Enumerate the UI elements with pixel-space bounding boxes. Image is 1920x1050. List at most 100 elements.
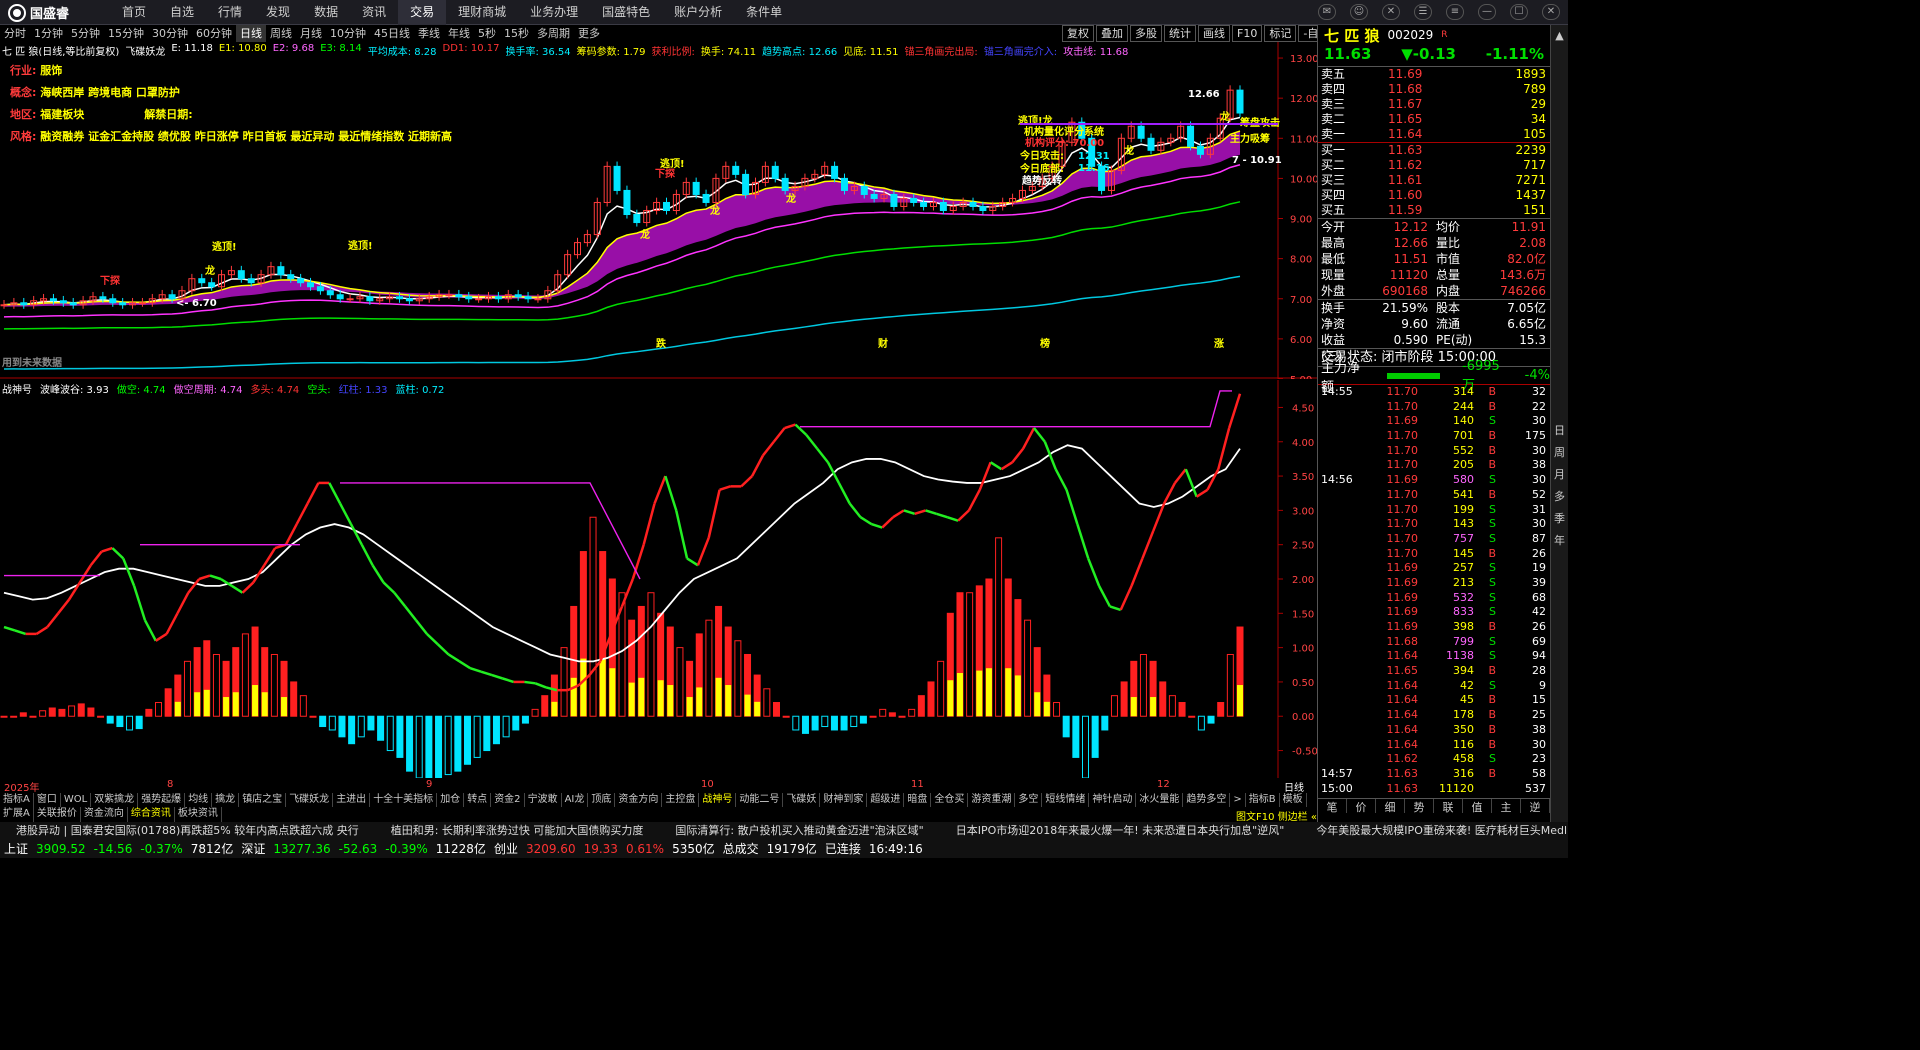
indicator-tab-8[interactable]: 飞碟妖龙 (286, 793, 334, 807)
indicator-tab-10[interactable]: 十全十美指标 (370, 793, 438, 807)
indicator-tab-34[interactable]: 模板 (1280, 793, 1307, 807)
quote-tab-0[interactable]: 笔 (1318, 799, 1347, 814)
nav-item-9[interactable]: 国盛特色 (590, 0, 662, 25)
nav-item-4[interactable]: 数据 (302, 0, 350, 25)
indicator-tab-6[interactable]: 擒龙 (212, 793, 240, 807)
quote-tab-5[interactable]: 值 (1463, 799, 1492, 814)
info-tab-3[interactable]: 综合资讯 (128, 807, 175, 822)
menu-icon[interactable]: ≡ (1446, 4, 1464, 20)
info-tab-2[interactable]: 资金流向 (81, 807, 128, 822)
period-2[interactable]: 5分钟 (67, 25, 104, 42)
indicator-tab-32[interactable]: > (1230, 793, 1246, 807)
tool-0[interactable]: 复权 (1062, 25, 1094, 42)
nav-item-11[interactable]: 条件单 (734, 0, 794, 25)
period-3[interactable]: 15分钟 (104, 25, 148, 42)
nav-item-1[interactable]: 自选 (158, 0, 206, 25)
indicator-tab-24[interactable]: 暗盘 (904, 793, 932, 807)
indicator-tab-27[interactable]: 多空 (1015, 793, 1043, 807)
quote-tab-3[interactable]: 势 (1405, 799, 1434, 814)
maximize-icon[interactable]: ☐ (1510, 4, 1528, 20)
nav-item-2[interactable]: 行情 (206, 0, 254, 25)
tick-list[interactable]: 14:55 11.70 314 B 32 11.70 244 B 22 11.69 140 S 30 11… (1318, 385, 1550, 798)
sidebar-item-4[interactable]: 季 (1551, 510, 1568, 526)
nav-item-8[interactable]: 业务办理 (518, 0, 590, 25)
indicator-chart[interactable]: 4.50 4.00 3.50 3.00 2.50 2.00 1.50 1.00 0.50 0.00… (0, 380, 1317, 778)
nav-item-0[interactable]: 首页 (110, 0, 158, 25)
period-5[interactable]: 60分钟 (192, 25, 236, 42)
minimize-icon[interactable]: — (1478, 4, 1496, 20)
sidebar-item-1[interactable]: 周 (1551, 444, 1568, 460)
indicator-tab-15[interactable]: AI龙 (562, 793, 589, 807)
nav-item-5[interactable]: 资讯 (350, 0, 398, 25)
indicator-tab-11[interactable]: 加仓 (437, 793, 465, 807)
nav-item-10[interactable]: 账户分析 (662, 0, 734, 25)
scroll-up-icon[interactable]: ▲ (1551, 29, 1568, 42)
indicator-tab-20[interactable]: 动能二号 (736, 793, 784, 807)
indicator-tab-30[interactable]: 冰火量能 (1136, 793, 1184, 807)
period-13[interactable]: 5秒 (474, 25, 500, 42)
quote-tab-6[interactable]: 主 (1492, 799, 1521, 814)
period-15[interactable]: 多周期 (533, 25, 574, 42)
info-tab-4[interactable]: 板块资讯 (175, 807, 222, 822)
indicator-tab-1[interactable]: 窗口 (34, 793, 61, 807)
tool-6[interactable]: 标记 (1264, 25, 1297, 42)
tool-5[interactable]: F10 (1232, 25, 1263, 42)
indicator-tab-23[interactable]: 超级进 (867, 793, 905, 807)
indicator-tab-33[interactable]: 指标B (1246, 793, 1280, 807)
indicator-tab-17[interactable]: 资金方向 (615, 793, 663, 807)
period-7[interactable]: 周线 (266, 25, 296, 42)
indicator-tab-21[interactable]: 飞碟妖 (783, 793, 821, 807)
close-icon[interactable]: ✕ (1542, 4, 1560, 20)
skin-icon[interactable]: ☰ (1414, 4, 1432, 20)
indicator-tab-18[interactable]: 主控盘 (662, 793, 700, 807)
period-11[interactable]: 季线 (414, 25, 444, 42)
news-item[interactable]: 港股异动 | 国泰君安国际(01788)再跌超5% 较年内高点跌超六成 央行 (0, 822, 375, 840)
period-10[interactable]: 45日线 (370, 25, 414, 42)
info-tab-1[interactable]: 关联报价 (34, 807, 81, 822)
indicator-tab-22[interactable]: 财神到家 (820, 793, 868, 807)
quote-tab-2[interactable]: 细 (1376, 799, 1405, 814)
tool-3[interactable]: 统计 (1164, 25, 1196, 42)
user-icon[interactable]: ☺ (1350, 4, 1368, 20)
info-tab-0[interactable]: 扩展A (0, 807, 34, 822)
sidebar-toggle[interactable]: 图文F10 侧边栏 « (1236, 808, 1317, 823)
nav-item-3[interactable]: 发现 (254, 0, 302, 25)
indicator-tab-3[interactable]: 双紫擒龙 (91, 793, 139, 807)
period-0[interactable]: 分时 (0, 25, 30, 42)
news-item[interactable]: 日本IPO市场迎2018年来最火爆一年! 未来恐遭日本央行加息"逆风" (940, 822, 1301, 840)
indicator-tab-13[interactable]: 资金2 (491, 793, 525, 807)
period-6[interactable]: 日线 (236, 25, 266, 42)
indicator-tab-12[interactable]: 转点 (464, 793, 492, 807)
indicator-tab-31[interactable]: 趋势多空 (1183, 793, 1231, 807)
indicator-tab-28[interactable]: 短线情绪 (1042, 793, 1090, 807)
quote-tab-1[interactable]: 价 (1347, 799, 1376, 814)
nav-item-6[interactable]: 交易 (398, 0, 447, 25)
quote-tab-4[interactable]: 联 (1434, 799, 1463, 814)
indicator-tab-2[interactable]: WOL (61, 793, 92, 807)
tool-1[interactable]: 叠加 (1096, 25, 1128, 42)
x-axis-period[interactable]: 日线 (1284, 779, 1304, 794)
period-12[interactable]: 年线 (444, 25, 474, 42)
indicator-tab-25[interactable]: 全仓买 (931, 793, 969, 807)
period-16[interactable]: 更多 (574, 25, 604, 42)
period-9[interactable]: 10分钟 (326, 25, 370, 42)
news-item[interactable]: 今年美股最大规模IPO重磅来袭! 医疗耗材巨头Medline(MDLN)冲刺53… (1300, 822, 1568, 840)
period-14[interactable]: 15秒 (500, 25, 533, 42)
tool-2[interactable]: 多股 (1130, 25, 1162, 42)
indicator-tab-26[interactable]: 游资重潮 (968, 793, 1016, 807)
sidebar-item-0[interactable]: 日 (1551, 422, 1568, 438)
news-item[interactable]: 国际清算行: 散户投机买入推动黄金迈进"泡沫区域" (659, 822, 939, 840)
sidebar-item-5[interactable]: 年 (1551, 532, 1568, 548)
tools-icon[interactable]: ✕ (1382, 4, 1400, 20)
indicator-tab-7[interactable]: 镇店之宝 (239, 793, 287, 807)
indicator-tab-16[interactable]: 顶底 (588, 793, 616, 807)
sidebar-item-2[interactable]: 月 (1551, 466, 1568, 482)
tool-4[interactable]: 画线 (1198, 25, 1230, 42)
indicator-tab-14[interactable]: 宁波敢 (525, 793, 562, 807)
period-4[interactable]: 30分钟 (148, 25, 192, 42)
message-icon[interactable]: ✉ (1318, 4, 1336, 20)
indicator-tab-0[interactable]: 指标A (0, 793, 34, 807)
indicator-tab-19[interactable]: 战神号 (699, 793, 737, 807)
indicator-tab-9[interactable]: 主进出 (333, 793, 371, 807)
indicator-tab-4[interactable]: 强势起爆 (138, 793, 186, 807)
